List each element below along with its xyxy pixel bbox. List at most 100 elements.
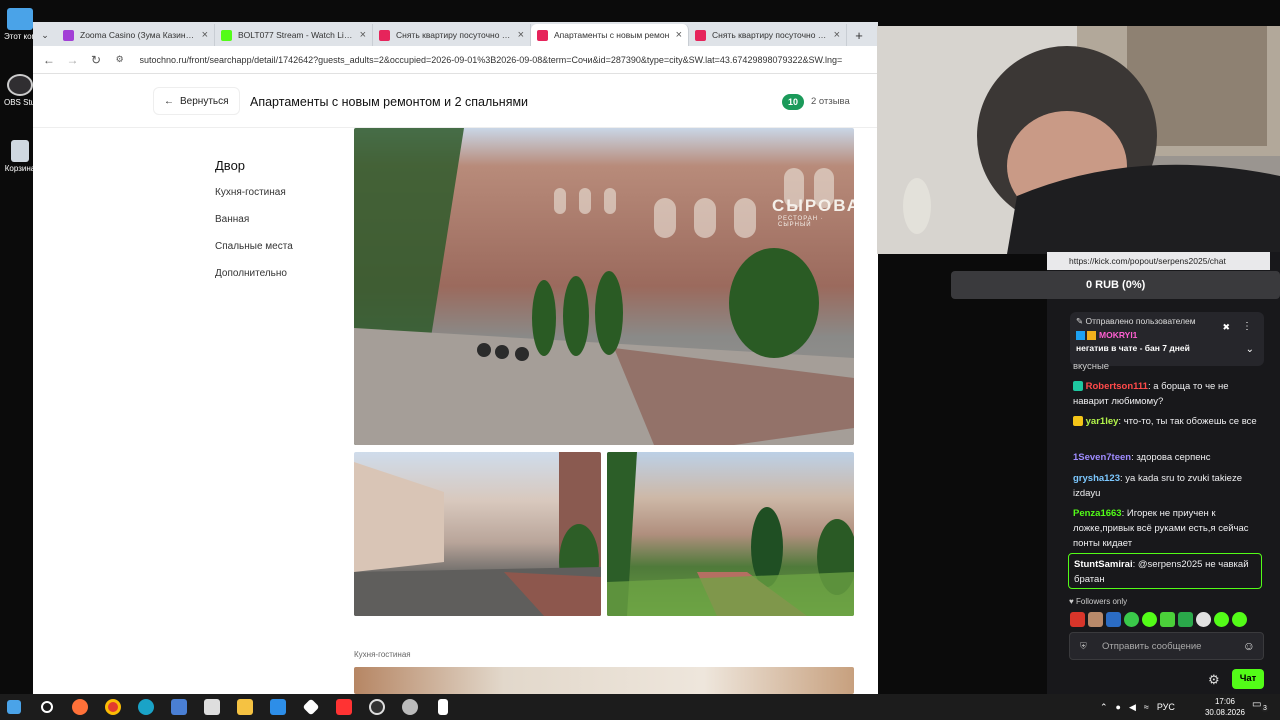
close-tab-icon[interactable]: × <box>360 29 366 41</box>
pinned-message[interactable]: ✎ Отправлено пользователем MOKRYI1 негат… <box>1070 312 1264 366</box>
tab-bolt[interactable]: BOLT077 Stream - Watch Live o × <box>215 24 373 46</box>
taskbar-app-save[interactable] <box>165 694 193 720</box>
restaurant-sign-subtext: РЕСТОРАН · СЫРНЫЙ <box>778 216 824 228</box>
language-indicator[interactable]: РУС <box>1157 702 1175 712</box>
taskbar-kick[interactable] <box>429 694 457 720</box>
reload-icon[interactable]: ↻ <box>84 53 108 67</box>
chevron-up-icon[interactable]: ⌃ <box>1100 702 1108 713</box>
photo-courtyard-main[interactable]: СЫРОВАР РЕСТОРАН · СЫРНЫЙ <box>354 128 854 445</box>
close-tab-icon[interactable]: × <box>676 29 682 41</box>
edge-icon <box>138 699 154 715</box>
chat-username[interactable]: 1Seven7teen <box>1073 452 1131 463</box>
tab-search-icon[interactable]: ⌄ <box>33 24 57 46</box>
clock-time: 17:06 <box>1214 697 1236 706</box>
chat-username[interactable]: grysha123 <box>1073 473 1120 484</box>
taskbar-obs[interactable] <box>363 694 391 720</box>
desktop-icon-recycle-bin[interactable]: Корзина <box>4 140 36 173</box>
site-info-icon[interactable]: ⚙ <box>108 54 132 65</box>
start-button[interactable] <box>0 694 28 720</box>
emote-icon[interactable] <box>1214 612 1229 627</box>
nav-item-beds[interactable]: Спальные места <box>215 241 293 252</box>
donation-goal-bar: 0 RUB (0%) <box>951 271 1280 299</box>
favicon-icon <box>63 29 74 41</box>
nav-item-bathroom[interactable]: Ванная <box>215 214 293 225</box>
emote-icon[interactable] <box>1088 612 1103 627</box>
chat-username[interactable]: Penza1663 <box>1073 508 1122 519</box>
chat-message: 1Seven7teen: здорова серпенс <box>1073 452 1211 463</box>
restaurant-sign-text: СЫРОВАР <box>772 196 854 215</box>
back-arrow-icon[interactable]: ← <box>37 53 61 67</box>
emote-icon[interactable] <box>1142 612 1157 627</box>
desktop-icon-this-pc[interactable]: Этот компьют <box>4 8 36 41</box>
emote-icon[interactable] <box>1070 612 1085 627</box>
emote-icon[interactable] <box>1178 612 1193 627</box>
favicon-icon <box>695 29 706 41</box>
chat-input[interactable]: ⛨ Отправить сообщение ☺ <box>1069 632 1264 660</box>
wifi-icon[interactable]: ≈ <box>1144 702 1149 712</box>
chat-text: что-то, ты так обожешь се все <box>1123 416 1257 427</box>
taskbar-explorer[interactable] <box>231 694 259 720</box>
volume-icon[interactable]: ◀ <box>1129 702 1136 713</box>
emote-icon[interactable] <box>1124 612 1139 627</box>
nav-heading-yard[interactable]: Двор <box>215 158 293 173</box>
desktop-icon-label: Корзина <box>4 164 36 173</box>
emoji-icon[interactable]: ☺ <box>1243 639 1255 653</box>
more-options-icon[interactable]: ⋮ <box>1242 321 1252 332</box>
chevron-down-icon[interactable]: ⌄ <box>1246 344 1254 355</box>
chat-username[interactable]: yar1ley <box>1086 416 1119 427</box>
taskbar-chrome[interactable] <box>99 694 127 720</box>
clock-date: 30.08.2026 <box>1204 708 1246 717</box>
close-tab-icon[interactable]: × <box>518 29 524 41</box>
taskbar-app-star[interactable] <box>297 694 325 720</box>
taskbar-firefox[interactable] <box>66 694 94 720</box>
settings-gear-icon[interactable]: ⚙ <box>1208 672 1220 688</box>
nav-item-kitchen[interactable]: Кухня-гостиная <box>215 187 293 198</box>
computer-icon <box>7 8 33 30</box>
emote-icon[interactable] <box>1196 612 1211 627</box>
notification-count: 3 <box>1261 705 1269 712</box>
favicon-icon <box>221 29 232 41</box>
new-tab-button[interactable]: + <box>847 24 871 46</box>
emote-icon[interactable] <box>1232 612 1247 627</box>
favicon-icon <box>537 29 548 41</box>
gear-icon <box>402 699 418 715</box>
emote-icon[interactable] <box>1160 612 1175 627</box>
pinned-username[interactable]: MOKRYI1 <box>1099 330 1137 340</box>
desktop-icon-obs[interactable]: OBS Studio <box>4 74 36 107</box>
webcam-overlay <box>877 26 1280 254</box>
photo-courtyard-street[interactable] <box>354 452 601 616</box>
tab-sutochno-2[interactable]: Снять квартиру посуточно в Б × <box>689 24 847 46</box>
reviews-link[interactable]: 2 отзыва <box>811 96 850 107</box>
clock[interactable]: 17:06 30.08.2026 <box>1203 696 1247 718</box>
obs-icon <box>369 699 385 715</box>
chat-message: Robertson111: а борща то че не наварит л… <box>1073 381 1229 407</box>
unpin-icon[interactable]: ✖ <box>1222 322 1230 333</box>
forward-arrow-icon[interactable]: → <box>61 53 85 67</box>
tab-sutochno-1[interactable]: Снять квартиру посуточно в С × <box>373 24 531 46</box>
chat-username[interactable]: StuntSamirai <box>1074 559 1133 570</box>
tab-apartments[interactable]: Апартаменты с новым ремон × <box>531 24 689 46</box>
windows-icon <box>7 700 21 714</box>
tab-title: BOLT077 Stream - Watch Live o <box>238 30 354 40</box>
notifications-icon[interactable]: ▭ 3 <box>1252 699 1269 715</box>
taskbar-settings[interactable] <box>396 694 424 720</box>
taskbar-store[interactable] <box>198 694 226 720</box>
close-tab-icon[interactable]: × <box>834 29 840 41</box>
chat-send-button[interactable]: Чат <box>1232 669 1264 689</box>
chat-url-bar[interactable]: https://kick.com/popout/serpens2025/chat <box>1047 252 1270 270</box>
taskbar-mail[interactable] <box>264 694 292 720</box>
chat-username[interactable]: Robertson111 <box>1086 381 1148 392</box>
taskbar-yandex[interactable] <box>330 694 358 720</box>
close-tab-icon[interactable]: × <box>202 29 208 41</box>
photo-courtyard-garden[interactable] <box>607 452 854 616</box>
url-field[interactable]: sutochno.ru/front/searchapp/detail/17426… <box>140 55 878 65</box>
photo-kitchen[interactable] <box>354 667 854 694</box>
back-button[interactable]: ← Вернуться <box>153 87 240 115</box>
emote-icon[interactable] <box>1106 612 1121 627</box>
search-button[interactable] <box>33 694 61 720</box>
tab-zooma[interactable]: Zooma Casino (Зума Казино) о × <box>57 24 215 46</box>
taskbar-edge[interactable] <box>132 694 160 720</box>
mic-icon[interactable]: ● <box>1116 702 1121 712</box>
pinned-header: ✎ Отправлено пользователем <box>1076 316 1196 327</box>
nav-item-extra[interactable]: Дополнительно <box>215 268 293 279</box>
